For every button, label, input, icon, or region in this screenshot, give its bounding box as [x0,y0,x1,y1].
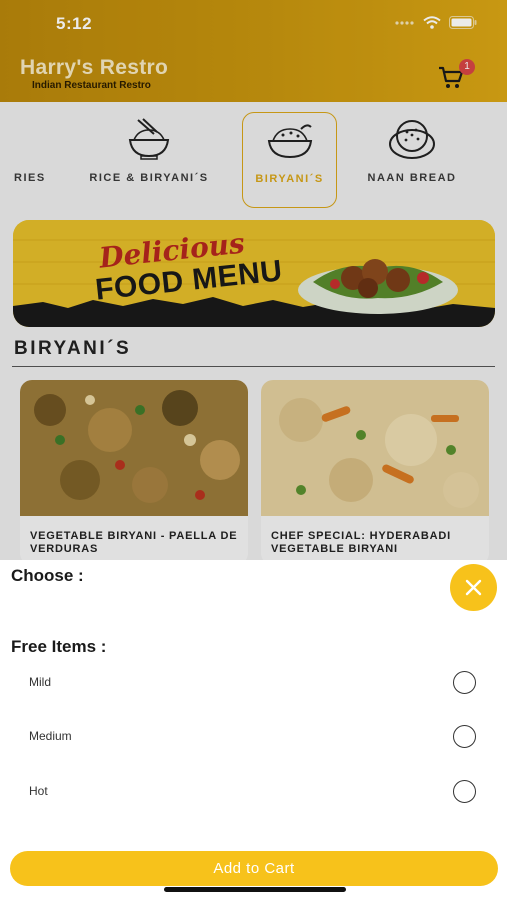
option-hot[interactable]: Hot [0,772,507,812]
radio-mild[interactable] [453,671,476,694]
option-label: Hot [29,784,48,798]
radio-medium[interactable] [453,725,476,748]
close-icon [465,579,482,596]
radio-hot[interactable] [453,780,476,803]
backdrop-overlay[interactable] [0,0,507,562]
option-label: Mild [29,675,52,689]
home-indicator [164,887,346,892]
option-label: Medium [29,729,72,743]
option-mild[interactable]: Mild [0,663,507,703]
choose-label: Choose : [11,566,84,585]
close-button[interactable] [450,564,497,611]
free-items-label: Free Items : [11,637,107,656]
options-sheet: Choose : Free Items : Mild Medium Hot Ad… [0,560,507,900]
add-to-cart-button[interactable]: Add to Cart [10,851,498,886]
option-medium[interactable]: Medium [0,717,507,757]
